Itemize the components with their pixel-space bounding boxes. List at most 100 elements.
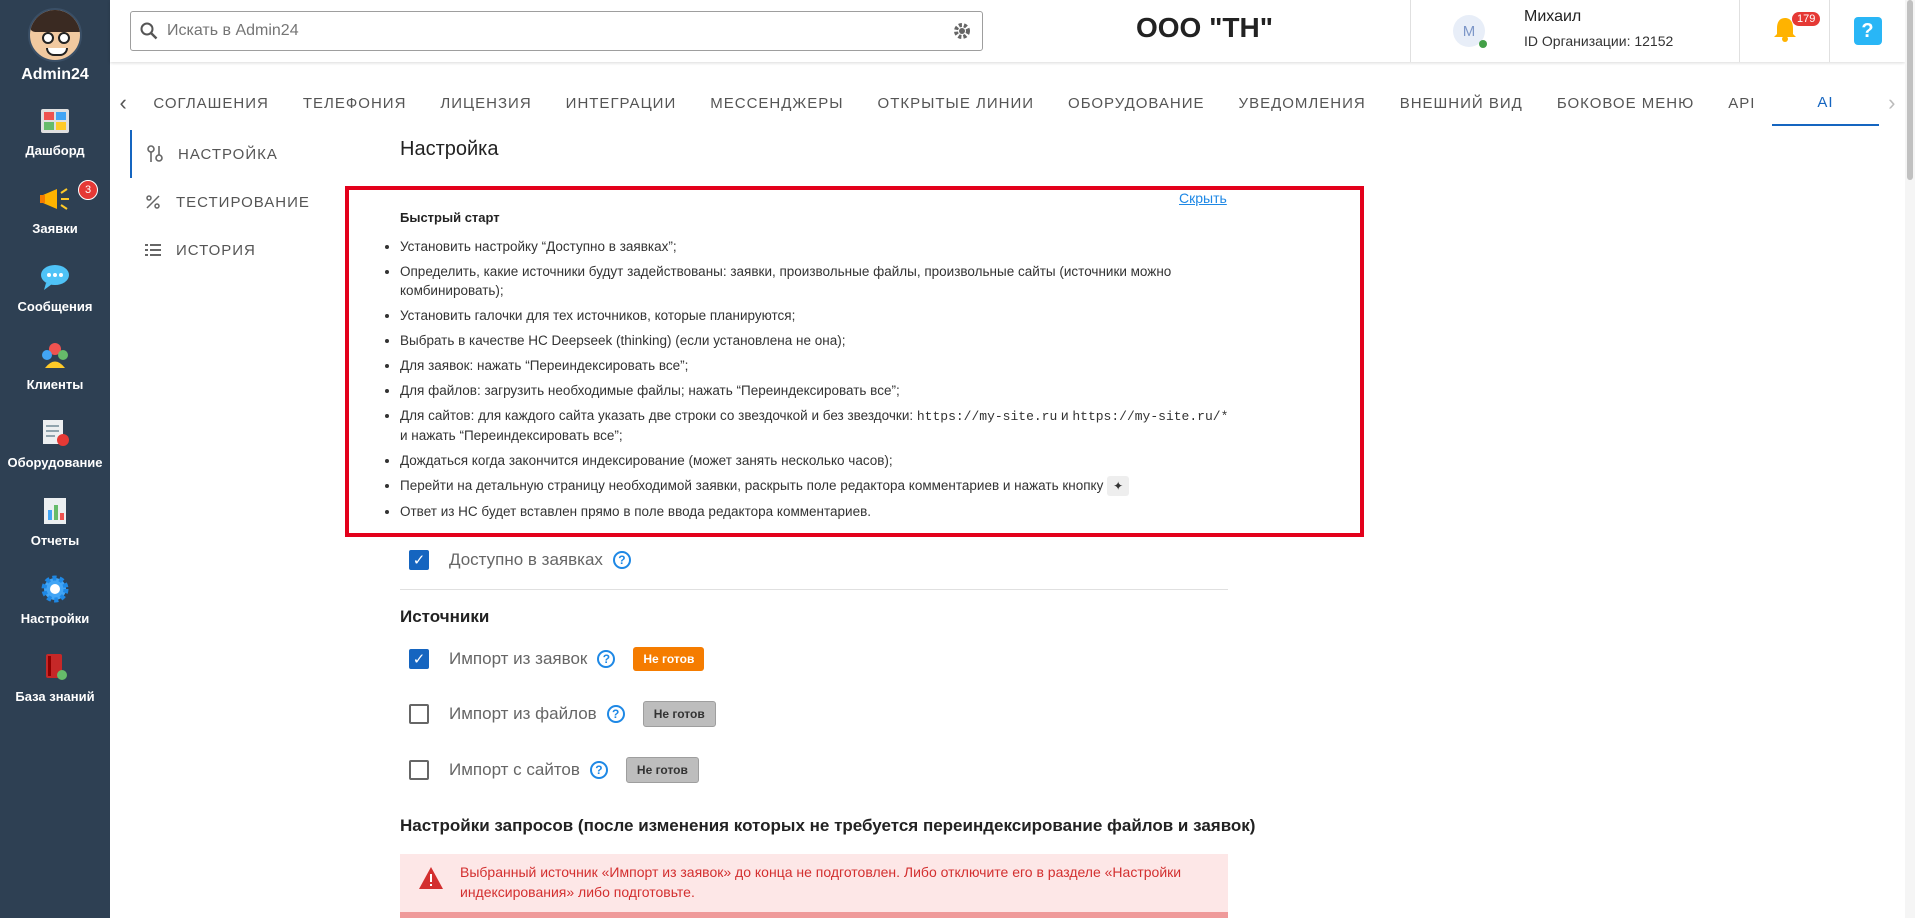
sidebar-item-label: Сообщения — [17, 298, 93, 314]
source-label: Импорт с сайтов — [449, 760, 580, 779]
import-files-checkbox[interactable] — [409, 704, 429, 724]
sidebar-item-settings[interactable]: Настройки — [0, 560, 110, 638]
subnav-history[interactable]: ИСТОРИЯ — [130, 226, 350, 274]
brand-name: Admin24 — [21, 66, 89, 83]
source-row-requests: ✓ Импорт из заявок ? Не готов — [409, 647, 705, 671]
sources-title: Источники — [400, 607, 490, 626]
import-sites-checkbox[interactable] — [409, 760, 429, 780]
tab-messengers[interactable]: МЕССЕНДЖЕРЫ — [693, 80, 860, 126]
list-item: Для сайтов: для каждого сайта указать дв… — [400, 406, 1230, 445]
gear-icon — [39, 573, 71, 605]
chevron-right-icon[interactable]: › — [1879, 80, 1905, 126]
tab-equipment[interactable]: ОБОРУДОВАНИЕ — [1051, 80, 1222, 126]
sidebar-item-label: Дашборд — [25, 142, 85, 158]
help-circle-icon[interactable]: ? — [612, 551, 631, 569]
list-item: Для заявок: нажать “Переиндексировать вс… — [400, 356, 1230, 375]
help-circle-icon[interactable]: ? — [597, 650, 616, 668]
brand[interactable]: Admin24 — [0, 0, 110, 92]
tab-integrations[interactable]: ИНТЕГРАЦИИ — [549, 80, 694, 126]
status-badge: Не готов — [642, 701, 716, 727]
search-settings-icon[interactable] — [942, 21, 982, 41]
list-item: Перейти на детальную страницу необходимо… — [400, 476, 1230, 497]
tab-license[interactable]: ЛИЦЕНЗИЯ — [423, 80, 548, 126]
text: Перейти на детальную страницу необходимо… — [400, 478, 1104, 493]
percent-icon — [142, 194, 164, 210]
sidebar-item-label: Заявки — [32, 220, 78, 236]
tab-ai[interactable]: AI — [1772, 80, 1879, 126]
organization-title: ООО "ТН" — [1136, 12, 1273, 43]
help-circle-icon[interactable]: ? — [589, 761, 608, 779]
list-item: Выбрать в качестве НС Deepseek (thinking… — [400, 331, 1230, 350]
reports-icon — [39, 495, 71, 527]
tab-side-menu[interactable]: БОКОВОЕ МЕНЮ — [1540, 80, 1711, 126]
top-header: ООО "ТН" М Михаил ID Организации: 12152 … — [110, 0, 1905, 62]
url-example: https://my-site.ru/* — [1072, 409, 1229, 424]
divider — [400, 589, 1228, 590]
status-badge: Не готов — [633, 647, 705, 671]
sidebar-item-knowledge-base[interactable]: База знаний — [0, 638, 110, 716]
warning-icon — [418, 866, 444, 895]
quick-start-panel: Скрыть Быстрый старт Установить настройк… — [345, 186, 1364, 537]
quick-start-list: Установить настройку “Доступно в заявках… — [400, 237, 1230, 527]
list-item: Ответ из НС будет вставлен прямо в поле … — [400, 502, 1230, 521]
sidebar-item-clients[interactable]: Клиенты — [0, 326, 110, 404]
brand-logo — [28, 8, 82, 62]
page-title: Настройка — [400, 138, 499, 160]
notifications-button[interactable]: 179 — [1740, 0, 1830, 62]
available-checkbox[interactable]: ✓ — [409, 550, 429, 570]
dashboard-icon — [39, 105, 71, 137]
sidebar-item-equipment[interactable]: Оборудование — [0, 404, 110, 482]
sidebar-item-dashboard[interactable]: Дашборд — [0, 92, 110, 170]
list-icon — [142, 243, 164, 257]
user-profile[interactable]: М Михаил ID Организации: 12152 — [1410, 0, 1740, 62]
help-button[interactable]: ? — [1830, 0, 1905, 62]
subnav-label: НАСТРОЙКА — [178, 145, 278, 163]
subnav-label: ИСТОРИЯ — [176, 241, 256, 259]
list-item: Установить галочки для тех источников, к… — [400, 306, 1230, 325]
available-in-requests-row: ✓ Доступно в заявках ? — [409, 550, 649, 570]
subnav-label: ТЕСТИРОВАНИЕ — [176, 193, 310, 211]
online-indicator — [1479, 40, 1487, 48]
status-badge: Не готов — [625, 757, 699, 783]
import-requests-checkbox[interactable]: ✓ — [409, 649, 429, 669]
tab-notifications[interactable]: УВЕДОМЛЕНИЯ — [1222, 80, 1383, 126]
search-input[interactable] — [167, 22, 942, 40]
requests-badge: 3 — [78, 180, 98, 200]
source-row-sites: Импорт с сайтов ? Не готов — [409, 757, 699, 783]
sidebar-item-label: Оборудование — [7, 454, 103, 470]
sidebar-item-requests[interactable]: Заявки 3 — [0, 170, 110, 248]
alert-text: Выбранный источник «Импорт из заявок» до… — [460, 864, 1182, 900]
help-icon: ? — [1853, 17, 1882, 45]
request-settings-title: Настройки запросов (после изменения кото… — [400, 816, 1256, 835]
user-name: Михаил — [1524, 8, 1582, 25]
text: и — [1057, 408, 1073, 423]
tab-open-lines[interactable]: ОТКРЫТЫЕ ЛИНИИ — [861, 80, 1052, 126]
notifications-count: 179 — [1792, 12, 1821, 26]
chat-icon — [39, 261, 71, 293]
text: и нажать “Переиндексировать все”; — [400, 428, 623, 443]
organization-id: ID Организации: 12152 — [1524, 33, 1674, 49]
tab-api[interactable]: API — [1711, 80, 1772, 126]
ai-subnav: НАСТРОЙКА ТЕСТИРОВАНИЕ ИСТОРИЯ — [130, 130, 350, 274]
warning-alert: Выбранный источник «Импорт из заявок» до… — [400, 854, 1228, 918]
tab-appearance[interactable]: ВНЕШНИЙ ВИД — [1383, 80, 1540, 126]
available-label: Доступно в заявках — [449, 550, 603, 569]
subnav-testing[interactable]: ТЕСТИРОВАНИЕ — [130, 178, 350, 226]
tune-icon — [144, 145, 166, 163]
scrollbar-thumb[interactable] — [1907, 0, 1913, 180]
settings-tabs: ‹ СОГЛАШЕНИЯ ТЕЛЕФОНИЯ ЛИЦЕНЗИЯ ИНТЕГРАЦ… — [110, 80, 1905, 126]
subnav-settings[interactable]: НАСТРОЙКА — [130, 130, 350, 178]
tab-telephony[interactable]: ТЕЛЕФОНИЯ — [286, 80, 424, 126]
sidebar-item-label: База знаний — [15, 688, 95, 704]
megaphone-icon — [39, 183, 71, 215]
chevron-left-icon[interactable]: ‹ — [110, 80, 136, 126]
tab-agreements[interactable]: СОГЛАШЕНИЯ — [136, 80, 286, 126]
clients-icon — [39, 339, 71, 371]
sidebar-item-label: Отчеты — [30, 532, 80, 548]
help-circle-icon[interactable]: ? — [606, 705, 625, 723]
sidebar-item-messages[interactable]: Сообщения — [0, 248, 110, 326]
sidebar-item-label: Настройки — [20, 610, 90, 626]
source-label: Импорт из заявок — [449, 649, 588, 668]
hide-link[interactable]: Скрыть — [1179, 190, 1227, 206]
sidebar-item-reports[interactable]: Отчеты — [0, 482, 110, 560]
